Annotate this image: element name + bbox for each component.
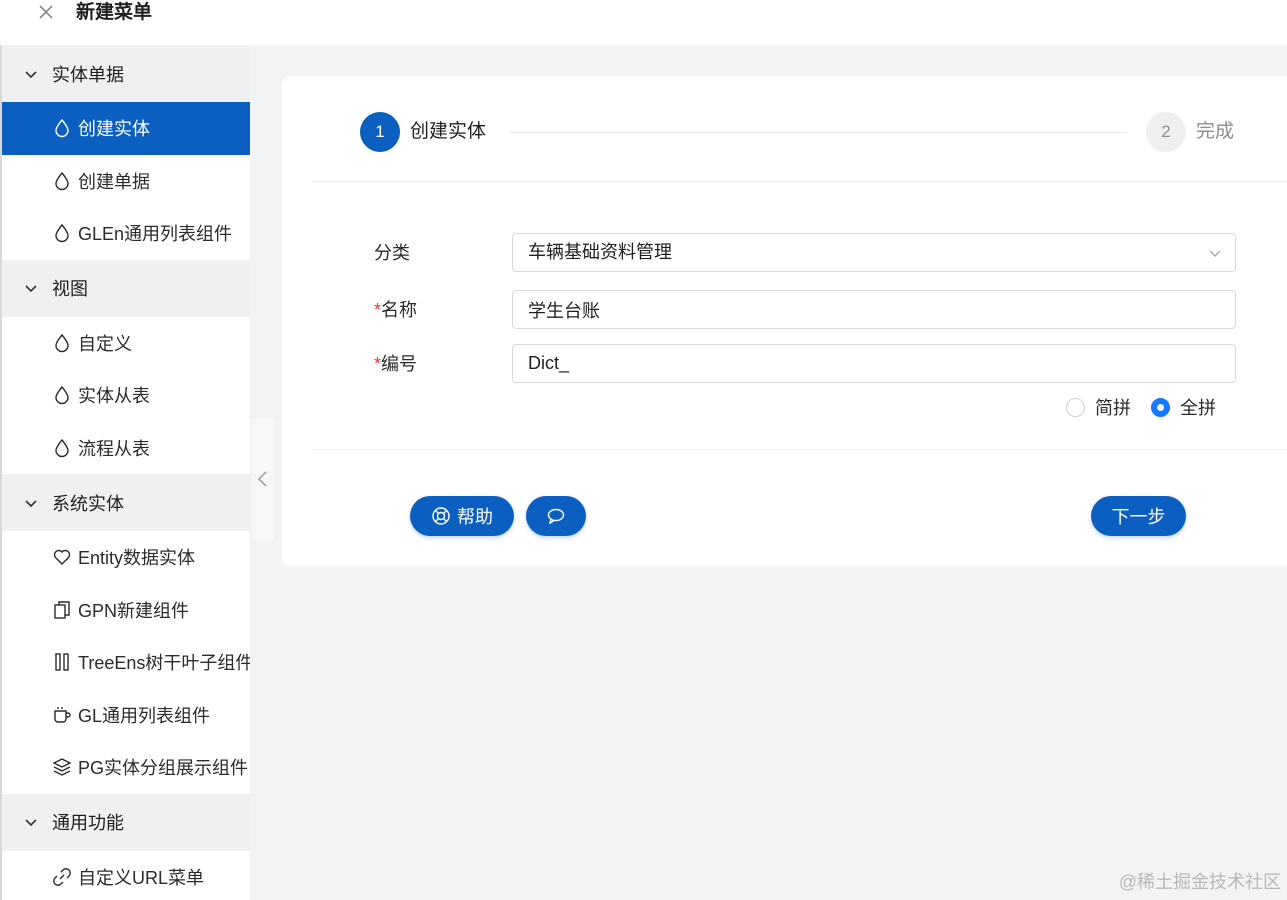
comment-button[interactable] <box>526 496 586 536</box>
chevron-down-icon <box>25 70 37 78</box>
sidebar-item[interactable]: GPN新建组件 <box>2 584 250 637</box>
sidebar-item-label: 自定义URL菜单 <box>78 867 205 888</box>
sidebar-item-label: GPN新建组件 <box>78 600 190 621</box>
help-button-label: 帮助 <box>457 507 493 527</box>
radio-circle-checked <box>1151 397 1170 417</box>
required-mark: * <box>374 300 382 320</box>
chevron-down-icon <box>25 819 37 827</box>
step-2-label: 完成 <box>1196 121 1235 142</box>
lifebuoy-icon <box>432 507 450 525</box>
next-step-button[interactable]: 下一步 <box>1091 496 1186 536</box>
sidebar-item[interactable]: 流程从表 <box>2 422 250 475</box>
main-card: 1 创建实体 2 完成 分类 车辆基础资料管理 *名称 *编号 简拼 全拼 <box>282 76 1287 566</box>
sidebar-group-header[interactable]: 通用功能 <box>2 793 250 851</box>
cup-icon <box>52 705 72 725</box>
sidebar-item-label: PG实体分组展示组件 <box>78 758 249 779</box>
watermark: @稀土掘金技术社区 <box>1118 872 1281 892</box>
sidebar-item-label: GL通用列表组件 <box>78 705 211 726</box>
sidebar-group-title: 视图 <box>52 279 88 299</box>
layers-icon <box>52 757 72 777</box>
sidebar-item[interactable]: PG实体分组展示组件 <box>2 741 250 794</box>
sidebar-item-label: 自定义 <box>78 333 132 354</box>
category-select[interactable]: 车辆基础资料管理 <box>512 233 1236 272</box>
chevron-down-icon <box>25 285 37 293</box>
category-label: 分类 <box>374 243 410 263</box>
sidebar-item[interactable]: TreeEns树干叶子组件 <box>2 636 250 689</box>
sidebar-item-label: TreeEns树干叶子组件 <box>78 653 250 674</box>
sidebar-item[interactable]: GL通用列表组件 <box>2 689 250 742</box>
dialog-title: 新建菜单 <box>76 2 153 23</box>
sidebar-group-header[interactable]: 视图 <box>2 259 250 317</box>
droplet-icon <box>52 118 72 138</box>
droplet-icon <box>52 171 72 191</box>
sidebar-menu: 实体单据创建实体创建单据 GLEn通用列表组件视图自定义实体从表流程从表系统实体 E… <box>0 45 250 900</box>
sidebar-group-title: 通用功能 <box>52 813 124 833</box>
divider <box>312 449 1287 450</box>
required-mark: * <box>374 354 382 374</box>
steps-indicator: 1 创建实体 2 完成 <box>360 112 1240 152</box>
sidebar-item-label: Entity数据实体 <box>78 548 196 569</box>
chevron-down-icon <box>1209 250 1221 257</box>
droplet-icon <box>52 223 72 243</box>
pinyin-radio-group: 简拼 全拼 <box>1066 392 1236 422</box>
code-input[interactable] <box>512 344 1236 383</box>
sidebar-item[interactable]: GLEn通用列表组件 <box>2 207 250 260</box>
sidebar-item[interactable]: 实体从表 <box>2 369 250 422</box>
sidebar-collapse-handle[interactable] <box>252 418 274 540</box>
sidebar-item-label: 流程从表 <box>78 438 150 459</box>
sidebar-item-label: 实体从表 <box>78 386 150 407</box>
divider <box>312 181 1287 182</box>
sidebar-item-label: GLEn通用列表组件 <box>78 224 233 245</box>
sidebar-group-header[interactable]: 系统实体 <box>2 474 250 531</box>
help-button[interactable]: 帮助 <box>410 496 514 536</box>
close-button[interactable] <box>32 0 60 26</box>
sidebar-group-header[interactable]: 实体单据 <box>2 45 250 102</box>
sidebar-item-label: 创建单据 <box>78 171 150 192</box>
close-icon <box>39 4 53 19</box>
droplet-icon <box>52 333 72 353</box>
radio-label: 全拼 <box>1180 398 1216 418</box>
code-label: *编号 <box>374 345 417 383</box>
name-input[interactable] <box>512 290 1236 329</box>
name-label: *名称 <box>374 291 417 329</box>
sidebar-item[interactable]: 自定义 <box>2 317 250 370</box>
radio-full-pinyin[interactable]: 全拼 <box>1151 394 1216 420</box>
droplet-icon <box>52 385 72 405</box>
droplet-icon <box>52 438 72 458</box>
step-1-number: 1 <box>360 112 400 152</box>
radio-circle <box>1066 397 1085 417</box>
step-1-label: 创建实体 <box>410 121 487 142</box>
copy-icon <box>52 600 72 620</box>
step-connector <box>510 132 1127 133</box>
sidebar-item-label: 创建实体 <box>78 119 150 140</box>
link-icon <box>52 867 72 887</box>
code-label-text: 编号 <box>381 354 418 374</box>
category-value: 车辆基础资料管理 <box>528 242 672 262</box>
radio-short-pinyin[interactable]: 简拼 <box>1066 394 1131 420</box>
sidebar-item[interactable]: 创建实体 <box>2 102 250 155</box>
step-2-number: 2 <box>1146 112 1186 152</box>
sidebar-group-title: 系统实体 <box>52 493 124 514</box>
chat-bubble-icon <box>547 508 565 525</box>
sidebar-item[interactable]: Entity数据实体 <box>2 531 250 584</box>
sidebar-item[interactable]: 创建单据 <box>2 155 250 208</box>
name-label-text: 名称 <box>381 300 418 320</box>
next-step-label: 下一步 <box>1111 507 1166 527</box>
dialog-header: 新建菜单 <box>0 0 1287 45</box>
radio-label: 简拼 <box>1095 398 1131 418</box>
sidebar-group-title: 实体单据 <box>52 64 124 85</box>
chevron-down-icon <box>25 499 37 507</box>
heart-icon <box>52 547 72 567</box>
columns-icon <box>52 652 72 672</box>
sidebar-item[interactable]: 自定义URL菜单 <box>2 851 250 900</box>
chevron-left-icon <box>257 471 267 487</box>
